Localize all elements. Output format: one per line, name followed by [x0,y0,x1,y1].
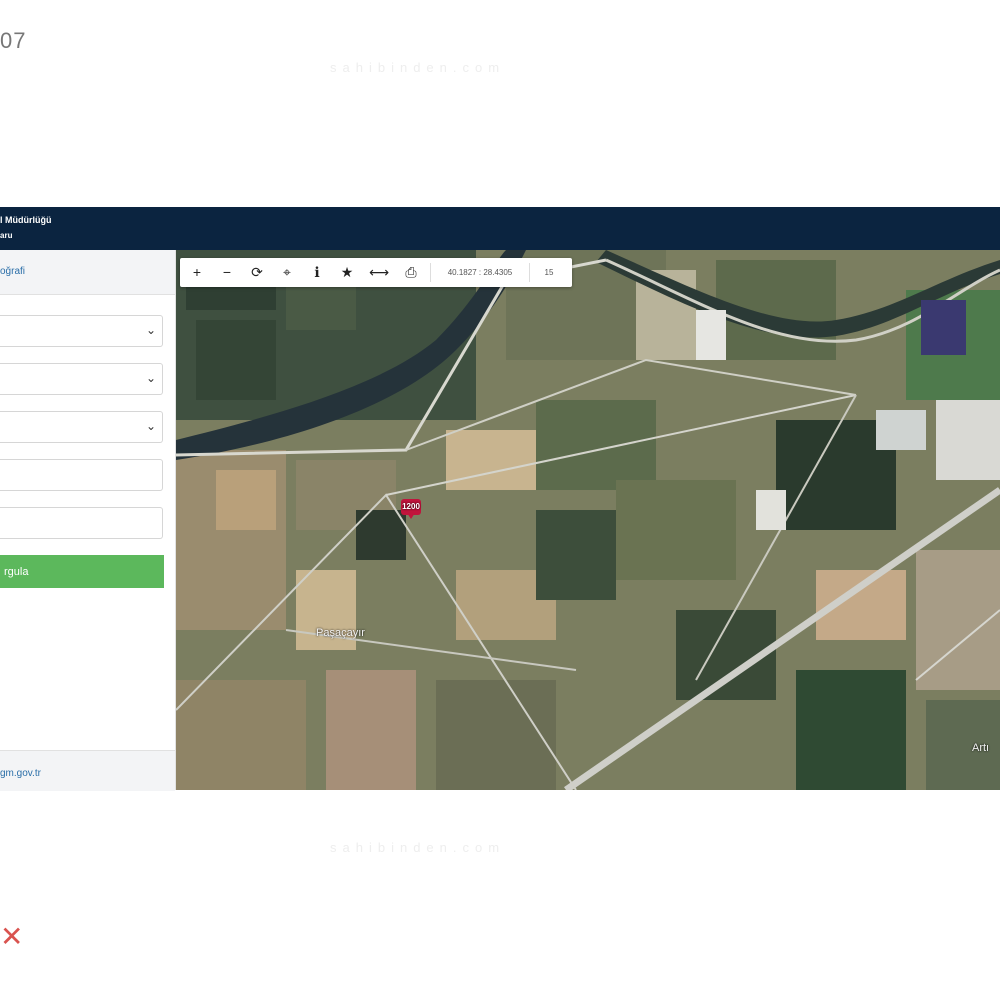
marker-tip [407,513,415,519]
district-select[interactable]: ⌄ [0,363,163,395]
parcel-marker[interactable]: 1200 [399,499,423,519]
chevron-down-icon: ⌄ [145,419,156,433]
satellite-imagery [176,250,1000,790]
zoom-in-icon[interactable]: + [182,258,212,287]
neighborhood-select[interactable]: ⌄ [0,411,163,443]
sidebar-tab-label: oğrafi [0,266,26,277]
map-toolbar: + − ⟳ ⌖ ℹ ★ ⟷ ⎙ 40.1827 : 28.4305 15 [180,258,572,287]
block-input[interactable] [0,459,163,491]
satellite-map[interactable]: + − ⟳ ⌖ ℹ ★ ⟷ ⎙ 40.1827 : 28.4305 15 120… [176,250,1000,790]
watermark: sahibinden.com [330,60,506,75]
zoom-level: 15 [544,268,554,277]
place-label: Paşaçayır [316,627,365,639]
header-title: l Müdürlüğü [0,215,52,225]
sidebar: oğrafi ⌄ ⌄ ⌄ rgula gm.gov.tr [0,250,176,791]
refresh-icon[interactable]: ⟳ [242,258,272,287]
province-select[interactable]: ⌄ [0,315,163,347]
zoom-out-icon[interactable]: − [212,258,242,287]
header-subtitle: aru [0,231,13,240]
watermark: sahibinden.com [330,840,506,855]
sidebar-tab[interactable]: oğrafi [0,250,175,295]
measure-icon[interactable]: ⟷ [364,258,394,287]
brand-x-icon: ✕ [0,921,24,952]
star-icon[interactable]: ★ [332,258,362,287]
print-icon[interactable]: ⎙ [396,258,426,287]
app-header: l Müdürlüğü aru [0,207,1000,250]
listing-number: 07 [0,28,27,53]
sidebar-footer: gm.gov.tr [0,750,175,791]
footer-link[interactable]: gm.gov.tr [0,768,41,779]
parcel-input[interactable] [0,507,163,539]
chevron-down-icon: ⌄ [145,323,156,337]
parcel-query-app: l Müdürlüğü aru oğrafi ⌄ ⌄ ⌄ rgula gm.go… [0,207,1000,791]
marker-label: 1200 [402,502,420,511]
chevron-down-icon: ⌄ [145,371,156,385]
place-label: Artı [972,742,990,754]
info-icon[interactable]: ℹ [302,258,332,287]
query-button[interactable]: rgula [0,555,164,588]
coordinate-readout: 40.1827 : 28.4305 [430,263,530,282]
locate-icon[interactable]: ⌖ [272,258,302,287]
